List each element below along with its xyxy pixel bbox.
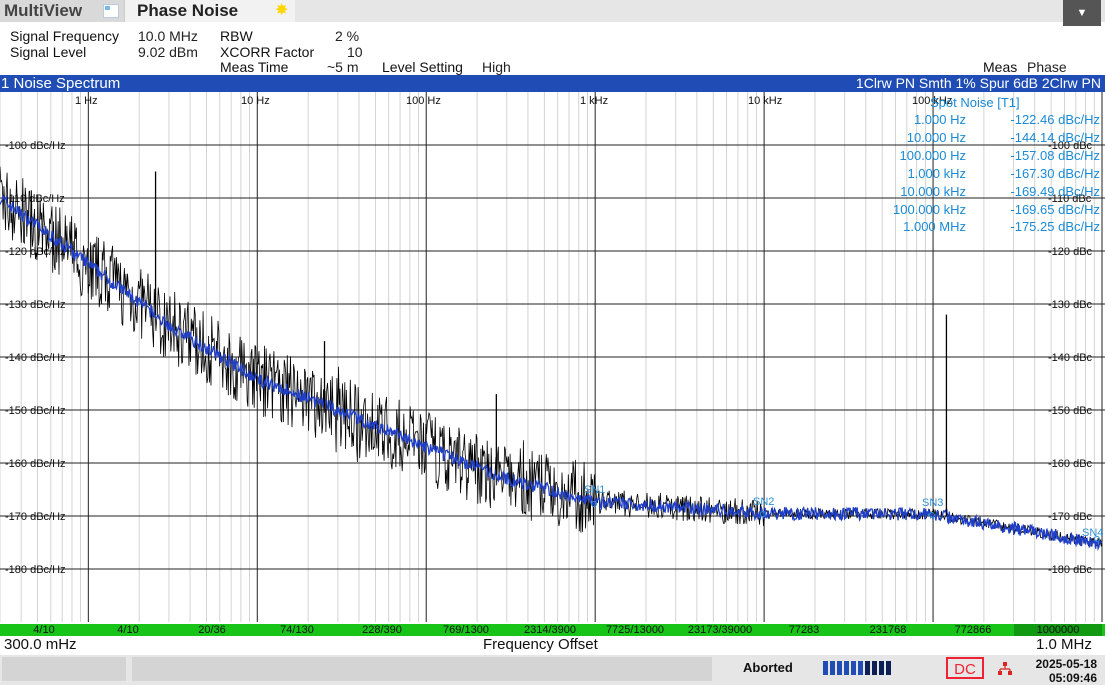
tab-phase-noise-label: Phase Noise xyxy=(137,1,239,20)
spot-offset: 1.000 kHz xyxy=(907,166,966,181)
progress-blocks xyxy=(823,661,891,675)
avg-count: 2314/3900 xyxy=(524,624,576,636)
status-field-2[interactable] xyxy=(132,657,712,681)
x-axis-title: Frequency Offset xyxy=(483,636,598,653)
avg-count: 231768 xyxy=(869,624,907,636)
meas-time-label: Meas Time xyxy=(220,59,289,75)
spot-offset: 1.000 MHz xyxy=(903,219,966,234)
progress-indicator xyxy=(823,661,891,675)
y-tick-label-right: -160 dBc xyxy=(1048,458,1093,470)
meas-label: Meas xyxy=(983,59,1018,75)
avg-count: 77283 xyxy=(788,624,820,636)
avg-count: 4/10 xyxy=(33,624,55,636)
averages-bar: 4/10 4/10 20/36 74/130 228/390 769/1300 … xyxy=(0,624,1105,636)
xcorr-label: XCORR Factor xyxy=(220,44,315,60)
time: 05:09:46 xyxy=(1048,671,1097,685)
spot-value: -167.30 dBc/Hz xyxy=(1010,166,1100,181)
spot-value: -157.08 dBc/Hz xyxy=(1010,148,1100,163)
spot-offset: 1.000 Hz xyxy=(914,112,966,127)
tab-multiview-label: MultiView xyxy=(4,1,83,20)
y-tick-label-right: -170 dBc xyxy=(1048,511,1093,523)
y-tick-label: -160 dBc/Hz xyxy=(5,458,66,470)
spot-value: -169.65 dBc/Hz xyxy=(1010,202,1100,217)
date: 2025-05-18 xyxy=(1035,657,1097,671)
avg-count: 20/36 xyxy=(198,624,226,636)
status-aborted: Aborted xyxy=(743,660,793,675)
network-icon xyxy=(998,662,1012,675)
trace-header: 1 Noise Spectrum 1Clrw PN Smth 1% Spur 6… xyxy=(0,75,1105,92)
avg-count: 23173/39000 xyxy=(687,624,753,636)
avg-count: 772866 xyxy=(954,624,992,636)
y-tick-label: -180 dBc/Hz xyxy=(5,564,66,576)
spot-noise-title: Spot Noise [T1] xyxy=(930,95,1020,110)
noise-spectrum-plot[interactable]: 1 Hz 10 Hz 100 Hz 1 kHz 10 kHz 100 kHz -… xyxy=(0,92,1105,624)
avg-count: 74/130 xyxy=(280,624,314,636)
x-tick-label: 1 kHz xyxy=(580,95,608,107)
y-tick-label: -170 dBc/Hz xyxy=(5,511,66,523)
avg-count: 769/1300 xyxy=(443,624,489,636)
rbw-value: 2 % xyxy=(335,28,360,44)
y-tick-label-right: -120 dBc xyxy=(1048,246,1093,258)
start-frequency: 300.0 mHz xyxy=(4,636,77,653)
y-tick-label: -150 dBc/Hz xyxy=(5,405,66,417)
y-tick-label: -100 dBc/Hz xyxy=(5,140,66,152)
avg-count: 1000000 xyxy=(1014,624,1102,636)
dropdown-menu-button[interactable]: ▼ xyxy=(1063,0,1101,26)
signal-frequency-label: Signal Frequency xyxy=(10,28,119,44)
marker-sn1: SN1 xyxy=(584,484,605,496)
status-field-1[interactable] xyxy=(2,657,126,681)
stop-frequency: 1.0 MHz xyxy=(1036,636,1092,653)
spot-noise-table: Spot Noise [T1] 1.000 Hz -122.46 dBc/Hz … xyxy=(893,95,1100,234)
date-time: 2025-05-18 05:09:46 xyxy=(1024,657,1097,685)
rbw-label: RBW xyxy=(220,28,253,44)
spot-value: -169.49 dBc/Hz xyxy=(1010,184,1100,199)
y-tick-label-right: -150 dBc xyxy=(1048,405,1093,417)
spot-value: -122.46 dBc/Hz xyxy=(1010,112,1100,127)
xcorr-value: 10 xyxy=(347,44,363,60)
triangle-down-icon: ▼ xyxy=(1076,7,1088,19)
spur-lines xyxy=(154,171,948,517)
dc-coupling-indicator: DC xyxy=(946,657,984,679)
y-tick-label-right: -130 dBc xyxy=(1048,299,1093,311)
multiview-icon xyxy=(103,4,119,18)
spot-offset: 100.000 Hz xyxy=(900,148,967,163)
signal-frequency-value: 10.0 MHz xyxy=(138,28,198,44)
spot-offset: 100.000 kHz xyxy=(893,202,966,217)
marker-sn4: SN4 xyxy=(1082,527,1103,539)
y-tick-label-right: -180 dBc xyxy=(1048,564,1093,576)
signal-level-value: 9.02 dBm xyxy=(138,44,198,60)
spot-value: -175.25 dBc/Hz xyxy=(1010,219,1100,234)
x-tick-label: 1 Hz xyxy=(75,95,98,107)
level-setting-value: High xyxy=(482,59,511,75)
x-tick-label: 100 Hz xyxy=(406,95,441,107)
spot-offset: 10.000 kHz xyxy=(900,184,966,199)
marker-sn2: SN2 xyxy=(753,496,774,508)
y-tick-label: -130 dBc/Hz xyxy=(5,299,66,311)
x-tick-label: 10 Hz xyxy=(241,95,270,107)
level-setting-label: Level Setting xyxy=(382,59,463,75)
avg-count: 7725/13000 xyxy=(605,624,665,636)
avg-count: 228/390 xyxy=(362,624,402,636)
x-tick-label: 10 kHz xyxy=(748,95,782,107)
status-bar xyxy=(0,655,1105,685)
trace-legend: 1Clrw PN Smth 1% Spur 6dB 2Clrw PN xyxy=(855,75,1101,91)
meas-time-value: ~5 m xyxy=(327,59,359,75)
spot-offset: 10.000 Hz xyxy=(907,130,966,145)
marker-sn3: SN3 xyxy=(922,497,943,509)
y-tick-label: -140 dBc/Hz xyxy=(5,352,66,364)
y-tick-label-right: -140 dBc xyxy=(1048,352,1093,364)
spot-value: -144.14 dBc/Hz xyxy=(1010,130,1100,145)
tab-multiview[interactable]: MultiView xyxy=(0,0,124,22)
trace-title: 1 Noise Spectrum xyxy=(1,75,121,92)
star-icon: ✸ xyxy=(275,2,289,19)
signal-level-label: Signal Level xyxy=(10,44,87,60)
y-tick-label: -110 dBc/Hz xyxy=(5,193,65,205)
avg-count: 4/10 xyxy=(117,624,139,636)
tab-phase-noise[interactable]: Phase Noise ✸ xyxy=(124,0,295,22)
